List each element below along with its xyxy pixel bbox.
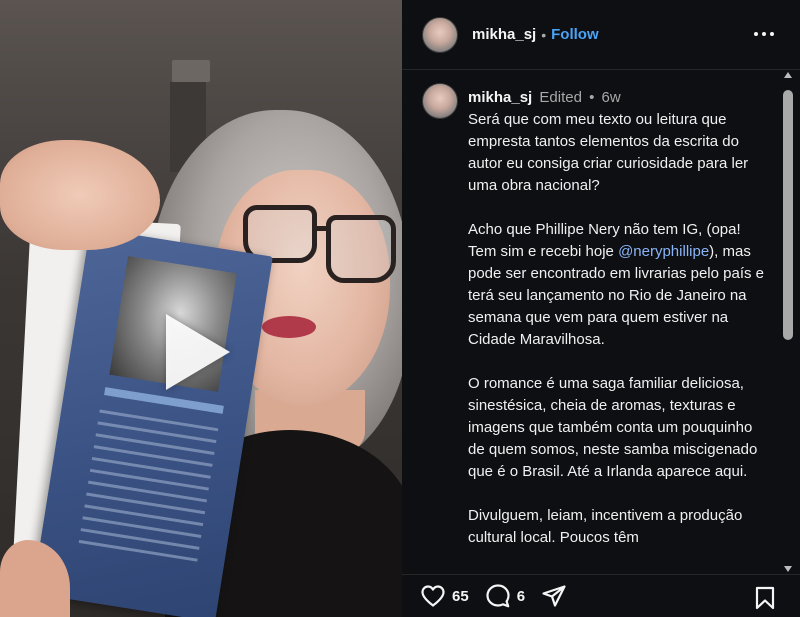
edited-label: Edited [539, 89, 582, 106]
scrollbar[interactable] [782, 72, 794, 572]
comment-button[interactable] [485, 583, 511, 609]
caption-separator: • [589, 89, 595, 106]
post-timestamp[interactable]: 6w [602, 89, 621, 106]
person-hand [0, 140, 160, 250]
separator-dot: • [541, 26, 547, 43]
avatar[interactable] [422, 16, 458, 53]
caption-paragraph-3: O romance é uma saga familiar deliciosa,… [468, 375, 758, 480]
caption-text: mikha_sj Edited • 6w Será que com meu te… [468, 87, 768, 549]
heart-icon [421, 585, 445, 607]
like-count[interactable]: 65 [452, 588, 469, 605]
post-video[interactable] [0, 0, 402, 617]
like-button[interactable] [420, 584, 446, 608]
scrollbar-thumb[interactable] [783, 90, 793, 340]
share-icon [542, 585, 566, 607]
more-dot [754, 32, 758, 36]
mention-link[interactable]: @neryphillipe [618, 243, 709, 260]
caption-meta: mikha_sj Edited • 6w [468, 87, 768, 109]
more-dot [770, 32, 774, 36]
scroll-down-arrow-icon[interactable] [784, 566, 792, 572]
book-text-line [99, 409, 219, 432]
wall-fixture [172, 60, 210, 82]
post-header: mikha_sj • Follow [402, 0, 800, 70]
glasses-bridge [314, 226, 330, 231]
scroll-up-arrow-icon[interactable] [784, 72, 792, 78]
post-panel: mikha_sj • Follow mikha_sj Edited • 6w S… [402, 0, 800, 617]
caption-area[interactable]: mikha_sj Edited • 6w Será que com meu te… [402, 71, 800, 574]
bookmark-icon [755, 586, 775, 610]
caption-paragraph-4: Divulguem, leiam, incentivem a produção … [468, 507, 743, 546]
caption-paragraph-1: Será que com meu texto ou leitura que em… [468, 111, 749, 194]
caption-username[interactable]: mikha_sj [468, 89, 532, 106]
header-username[interactable]: mikha_sj [472, 26, 536, 43]
comment-icon [486, 584, 510, 608]
save-button[interactable] [754, 586, 776, 615]
caption-avatar[interactable] [422, 83, 458, 119]
action-bar: 65 6 [402, 574, 800, 617]
more-options-icon[interactable] [754, 24, 774, 44]
follow-button[interactable]: Follow [551, 26, 599, 43]
glasses-right-lens [326, 215, 396, 283]
caption-paragraph-2: Acho que Phillipe Nery não tem IG, (opa!… [468, 219, 768, 351]
share-button[interactable] [541, 584, 567, 608]
play-icon[interactable] [166, 314, 230, 390]
more-dot [762, 32, 766, 36]
book-author-title [104, 387, 224, 414]
person-lips [262, 316, 316, 338]
comment-count[interactable]: 6 [517, 588, 525, 605]
